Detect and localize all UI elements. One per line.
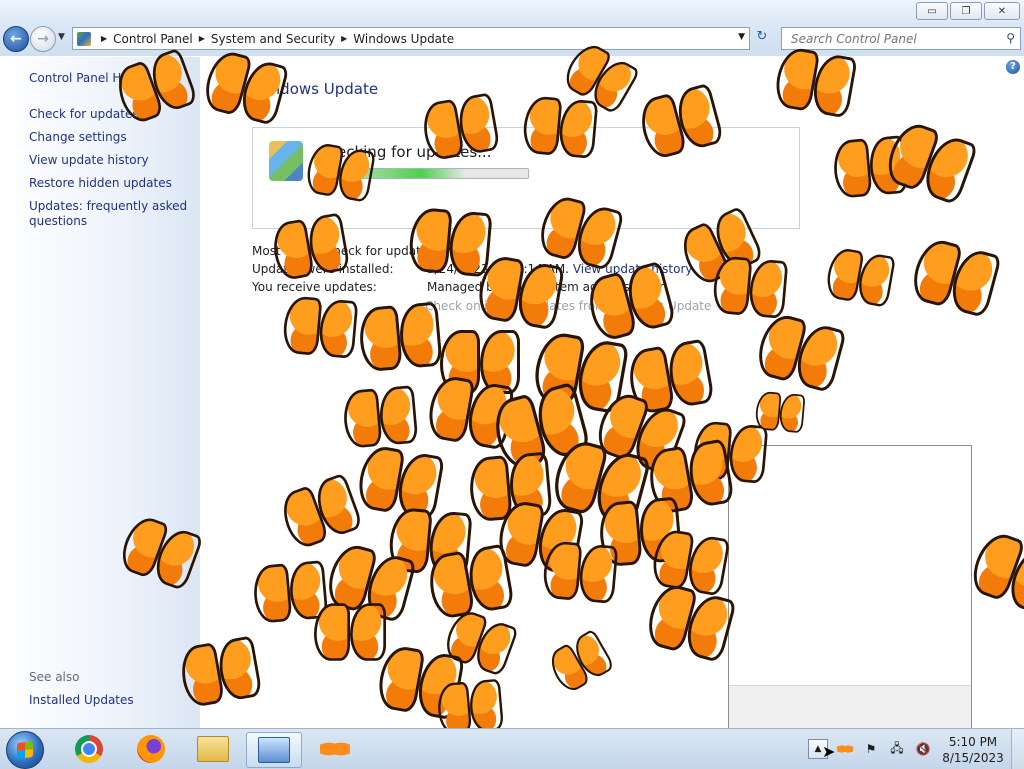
refresh-icon: ↻ bbox=[756, 29, 768, 44]
maximize-button[interactable]: ❐ bbox=[950, 2, 982, 20]
progress-bar bbox=[317, 168, 529, 179]
control-panel-icon bbox=[258, 737, 290, 763]
info-value: Never bbox=[427, 244, 463, 258]
view-update-history-link[interactable]: View update history bbox=[573, 262, 693, 276]
window-title-bar: ▭ ❐ ✕ bbox=[0, 0, 1024, 22]
mouse-cursor-icon: ➤ bbox=[822, 742, 836, 761]
page-title: Windows Update bbox=[252, 80, 379, 98]
window-controls: ▭ ❐ ✕ bbox=[916, 2, 1020, 20]
update-status-panel: Checking for updates... bbox=[252, 127, 800, 229]
show-desktop-button[interactable] bbox=[1011, 729, 1024, 769]
taskbar: ▲ ⚑ 🖧 🔇 5:10 PM 8/15/2023 bbox=[0, 728, 1024, 769]
windows-update-icon bbox=[269, 141, 303, 181]
sidebar-item-updates-faq-line2[interactable]: questions bbox=[29, 214, 87, 228]
check-online-link[interactable]: Check online for updates from Windows Up… bbox=[425, 299, 711, 313]
clock-time: 5:10 PM bbox=[948, 735, 998, 749]
taskbar-app-chrome[interactable] bbox=[62, 732, 116, 766]
sidebar-item-updates-faq[interactable]: Updates: frequently asked bbox=[29, 199, 187, 213]
forward-arrow-icon: → bbox=[37, 31, 49, 47]
popup-footer bbox=[729, 685, 971, 728]
clock-date: 8/15/2023 bbox=[942, 751, 1004, 765]
status-text: Checking for updates... bbox=[317, 143, 492, 161]
network-icon[interactable]: 🖧 bbox=[888, 740, 906, 758]
taskbar-app-firefox[interactable] bbox=[124, 732, 178, 766]
taskbar-app-control-panel[interactable] bbox=[246, 732, 302, 768]
breadcrumb-separator[interactable]: ▶ bbox=[101, 34, 107, 43]
sidebar-item-view-update-history[interactable]: View update history bbox=[29, 153, 149, 167]
volume-muted-icon[interactable]: 🔇 bbox=[914, 740, 932, 758]
search-icon[interactable]: ⚲ bbox=[1006, 31, 1015, 45]
chrome-icon bbox=[75, 735, 103, 763]
recent-pages-dropdown[interactable]: ▼ bbox=[58, 32, 65, 42]
firefox-icon bbox=[137, 735, 165, 763]
action-center-flag-icon[interactable]: ⚑ bbox=[862, 740, 880, 758]
taskbar-app-butterfly[interactable] bbox=[308, 732, 362, 766]
close-button[interactable]: ✕ bbox=[984, 2, 1020, 20]
navigation-bar: ← → ▼ ▶ Control Panel ▶ System and Secur… bbox=[0, 22, 1024, 56]
back-arrow-icon: ← bbox=[10, 31, 22, 47]
sidebar-item-change-settings[interactable]: Change settings bbox=[29, 130, 127, 144]
breadcrumb-separator[interactable]: ▶ bbox=[199, 34, 205, 43]
search-box[interactable]: ⚲ bbox=[781, 27, 1021, 50]
control-panel-icon bbox=[77, 31, 91, 46]
refresh-button[interactable]: ↻ bbox=[752, 29, 772, 47]
breadcrumb-windows-update[interactable]: Windows Update bbox=[353, 32, 454, 46]
info-label: Most recent check for updates: bbox=[252, 244, 439, 258]
taskbar-app-explorer[interactable] bbox=[186, 732, 240, 766]
start-button[interactable] bbox=[6, 731, 44, 769]
info-value: Managed by your system administrator bbox=[427, 280, 664, 294]
back-button[interactable]: ← bbox=[3, 26, 29, 52]
butterfly-tray-icon[interactable] bbox=[836, 740, 854, 758]
minimize-button[interactable]: ▭ bbox=[916, 2, 948, 20]
breadcrumb-control-panel[interactable]: Control Panel bbox=[113, 32, 193, 46]
breadcrumb-separator[interactable]: ▶ bbox=[341, 34, 347, 43]
address-bar[interactable]: ▶ Control Panel ▶ System and Security ▶ … bbox=[72, 27, 750, 50]
address-dropdown-icon[interactable]: ▼ bbox=[738, 32, 745, 42]
help-icon[interactable]: ? bbox=[1006, 60, 1020, 74]
info-label: Updates were installed: bbox=[252, 262, 394, 276]
see-also-heading: See also bbox=[29, 670, 80, 684]
sidebar-item-check-for-updates[interactable]: Check for updates bbox=[29, 107, 139, 121]
info-value: 5/24/2023 at 10:14 AM. View update histo… bbox=[427, 262, 693, 276]
blank-popup-window[interactable] bbox=[728, 445, 972, 729]
breadcrumb-system-security[interactable]: System and Security bbox=[211, 32, 335, 46]
installed-date: 5/24/2023 at 10:14 AM. bbox=[427, 262, 569, 276]
sidebar-item-control-panel-home[interactable]: Control Panel Home bbox=[29, 71, 148, 85]
butterfly-icon bbox=[320, 738, 350, 760]
progress-fill bbox=[318, 169, 465, 178]
sidebar-item-installed-updates[interactable]: Installed Updates bbox=[29, 693, 134, 707]
task-pane: Control Panel Home Check for updates Cha… bbox=[0, 57, 200, 728]
windows-logo-icon bbox=[17, 741, 33, 759]
search-input[interactable] bbox=[789, 31, 993, 47]
folder-icon bbox=[197, 736, 229, 762]
forward-button[interactable]: → bbox=[30, 26, 56, 52]
info-label: You receive updates: bbox=[252, 280, 377, 294]
butterfly-icon bbox=[837, 743, 853, 755]
sidebar-item-restore-hidden-updates[interactable]: Restore hidden updates bbox=[29, 176, 172, 190]
system-clock[interactable]: 5:10 PM 8/15/2023 bbox=[940, 734, 1006, 766]
